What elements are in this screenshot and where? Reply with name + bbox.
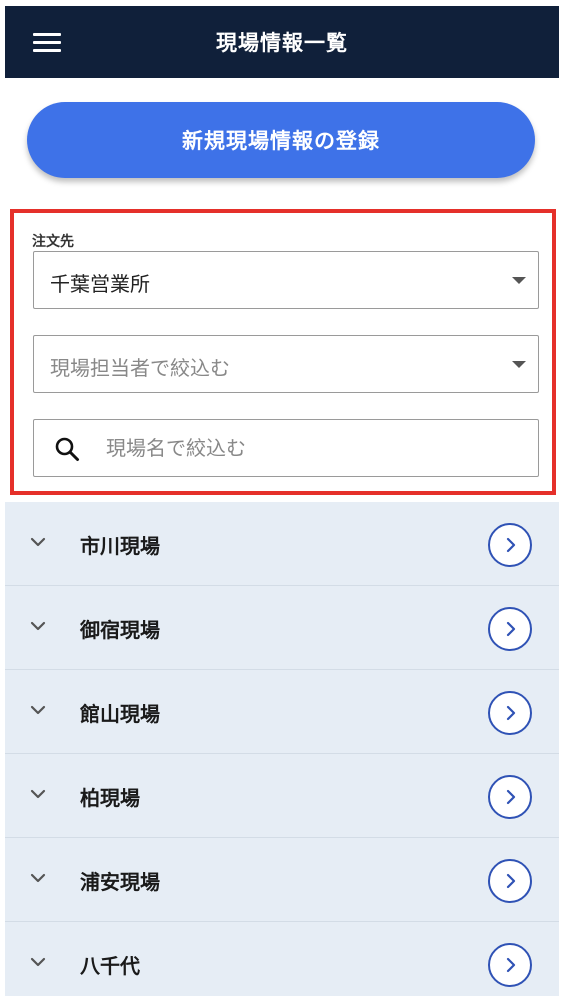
chevron-right-icon <box>506 789 516 805</box>
caret-down-icon <box>512 277 526 284</box>
chevron-down-icon[interactable] <box>30 618 46 634</box>
site-list-item[interactable]: 浦安現場 <box>5 838 559 922</box>
filter-panel: 注文先 千葉営業所 現場担当者で絞込む <box>10 209 556 495</box>
orderer-label: 注文先 <box>32 234 74 250</box>
search-icon <box>55 437 79 461</box>
app-frame: 現場情報一覧 新規現場情報の登録 注文先 千葉営業所 現場担当者で絞込む 市川 <box>5 6 559 996</box>
chevron-down-icon[interactable] <box>30 786 46 802</box>
site-search-field[interactable] <box>33 419 539 477</box>
chevron-right-icon <box>506 537 516 553</box>
chevron-right-icon <box>506 873 516 889</box>
orderer-select-value: 千葉営業所 <box>50 272 150 296</box>
site-list-item[interactable]: 市川現場 <box>5 502 559 586</box>
site-list: 市川現場 御宿現場 館山現場 柏現場 浦安現場 八千代 <box>5 502 559 996</box>
site-person-select-placeholder: 現場担当者で絞込む <box>50 356 230 380</box>
chevron-right-icon <box>506 957 516 973</box>
open-site-button[interactable] <box>488 775 532 819</box>
page-title: 現場情報一覧 <box>216 31 348 55</box>
site-search-input[interactable] <box>104 428 524 468</box>
site-name: 市川現場 <box>80 534 160 558</box>
site-list-item[interactable]: 八千代 <box>5 922 559 996</box>
chevron-down-icon[interactable] <box>30 870 46 886</box>
open-site-button[interactable] <box>488 523 532 567</box>
app-header: 現場情報一覧 <box>5 6 559 78</box>
chevron-down-icon[interactable] <box>30 954 46 970</box>
chevron-down-icon[interactable] <box>30 702 46 718</box>
site-list-item[interactable]: 御宿現場 <box>5 586 559 670</box>
site-name: 御宿現場 <box>80 618 160 642</box>
orderer-select[interactable]: 千葉営業所 <box>33 251 539 309</box>
open-site-button[interactable] <box>488 691 532 735</box>
open-site-button[interactable] <box>488 859 532 903</box>
chevron-right-icon <box>506 621 516 637</box>
register-area: 新規現場情報の登録 <box>5 78 559 206</box>
register-site-button[interactable]: 新規現場情報の登録 <box>27 102 535 178</box>
site-list-item[interactable]: 館山現場 <box>5 670 559 754</box>
site-name: 浦安現場 <box>80 870 160 894</box>
site-name: 八千代 <box>80 954 140 978</box>
site-list-item[interactable]: 柏現場 <box>5 754 559 838</box>
site-name: 柏現場 <box>80 786 140 810</box>
caret-down-icon <box>512 361 526 368</box>
chevron-right-icon <box>506 705 516 721</box>
open-site-button[interactable] <box>488 607 532 651</box>
site-person-select[interactable]: 現場担当者で絞込む <box>33 335 539 393</box>
open-site-button[interactable] <box>488 943 532 987</box>
hamburger-menu-icon[interactable] <box>33 33 61 53</box>
chevron-down-icon[interactable] <box>30 534 46 550</box>
site-name: 館山現場 <box>80 702 160 726</box>
